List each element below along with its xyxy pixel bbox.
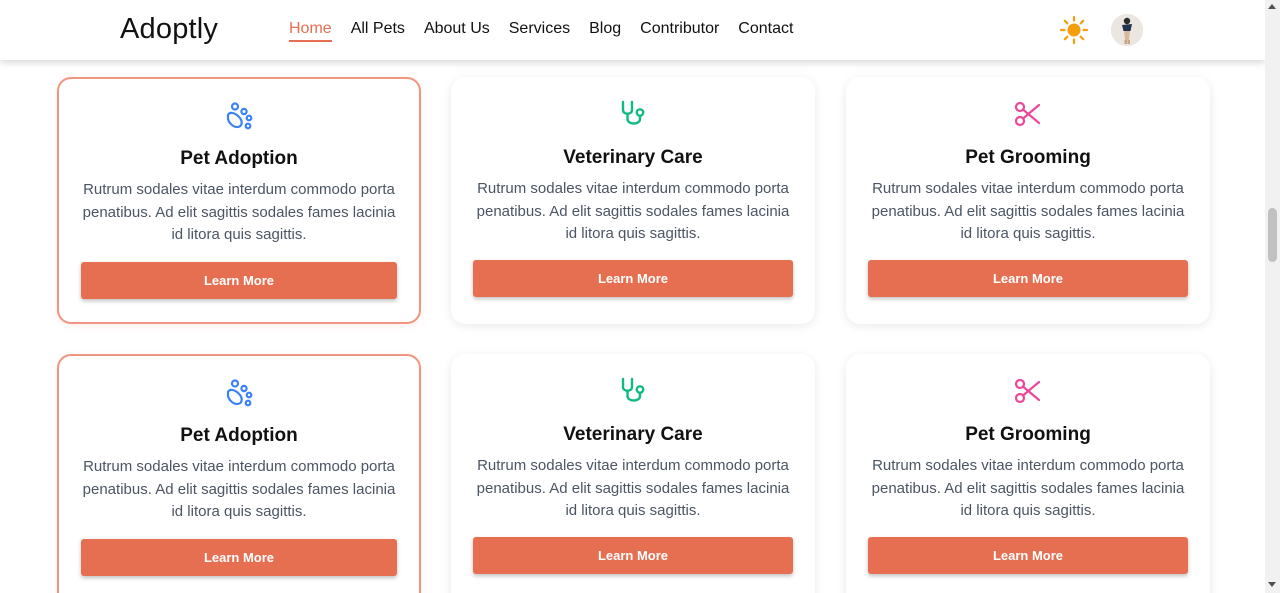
scrollbar-thumb[interactable] <box>1268 208 1277 262</box>
nav-link-all-pets[interactable]: All Pets <box>351 20 405 42</box>
service-card-title: Pet Adoption <box>180 148 298 169</box>
stethoscope-icon <box>618 99 648 129</box>
user-avatar[interactable] <box>1111 14 1143 46</box>
paw-icon <box>224 101 254 131</box>
scissors-icon <box>1013 376 1043 406</box>
paw-icon <box>224 378 254 408</box>
nav-link-about-us[interactable]: About Us <box>424 20 490 42</box>
service-card-title: Pet Adoption <box>180 425 298 446</box>
service-card-description: Rutrum sodales vitae interdum commodo po… <box>871 457 1185 519</box>
nav-link-contact[interactable]: Contact <box>738 20 793 42</box>
service-card-description: Rutrum sodales vitae interdum commodo po… <box>476 457 790 519</box>
service-card-description: Rutrum sodales vitae interdum commodo po… <box>476 180 790 242</box>
scissors-icon <box>1013 99 1043 129</box>
sun-icon <box>1059 15 1089 45</box>
learn-more-button[interactable]: Learn More <box>81 262 397 299</box>
service-card-title: Pet Grooming <box>965 424 1091 445</box>
service-card-pet-grooming: Pet Grooming Rutrum sodales vitae interd… <box>846 354 1210 593</box>
service-card-description: Rutrum sodales vitae interdum commodo po… <box>82 458 396 520</box>
service-card-pet-grooming: Pet Grooming Rutrum sodales vitae interd… <box>846 77 1210 324</box>
service-card-description: Rutrum sodales vitae interdum commodo po… <box>871 180 1185 242</box>
navbar: Adoptly Home All Pets About Us Services … <box>0 0 1265 60</box>
service-card-veterinary-care: Veterinary Care Rutrum sodales vitae int… <box>451 77 815 324</box>
learn-more-button[interactable]: Learn More <box>473 537 793 574</box>
main-nav: Home All Pets About Us Services Blog Con… <box>289 20 793 42</box>
theme-toggle-button[interactable] <box>1059 15 1089 45</box>
service-card-title: Veterinary Care <box>563 424 703 445</box>
nav-link-services[interactable]: Services <box>509 20 570 42</box>
scroll-up-arrow-icon[interactable] <box>1268 4 1276 9</box>
site-logo[interactable]: Adoptly <box>120 13 218 46</box>
learn-more-button[interactable]: Learn More <box>868 537 1188 574</box>
service-card-pet-adoption: Pet Adoption Rutrum sodales vitae interd… <box>57 354 421 593</box>
page: Adoptly Home All Pets About Us Services … <box>0 0 1265 593</box>
nav-link-blog[interactable]: Blog <box>589 20 621 42</box>
service-card-title: Veterinary Care <box>563 147 703 168</box>
learn-more-button[interactable]: Learn More <box>81 539 397 576</box>
service-card-description: Rutrum sodales vitae interdum commodo po… <box>82 181 396 243</box>
nav-link-home[interactable]: Home <box>289 20 332 42</box>
nav-link-contributor[interactable]: Contributor <box>640 20 719 42</box>
user-avatar-image <box>1111 14 1143 46</box>
scroll-down-arrow-icon[interactable] <box>1268 582 1276 587</box>
learn-more-button[interactable]: Learn More <box>473 260 793 297</box>
service-card-pet-adoption: Pet Adoption Rutrum sodales vitae interd… <box>57 77 421 324</box>
service-card-veterinary-care: Veterinary Care Rutrum sodales vitae int… <box>451 354 815 593</box>
service-card-title: Pet Grooming <box>965 147 1091 168</box>
vertical-scrollbar[interactable] <box>1265 0 1280 593</box>
learn-more-button[interactable]: Learn More <box>868 260 1188 297</box>
stethoscope-icon <box>618 376 648 406</box>
